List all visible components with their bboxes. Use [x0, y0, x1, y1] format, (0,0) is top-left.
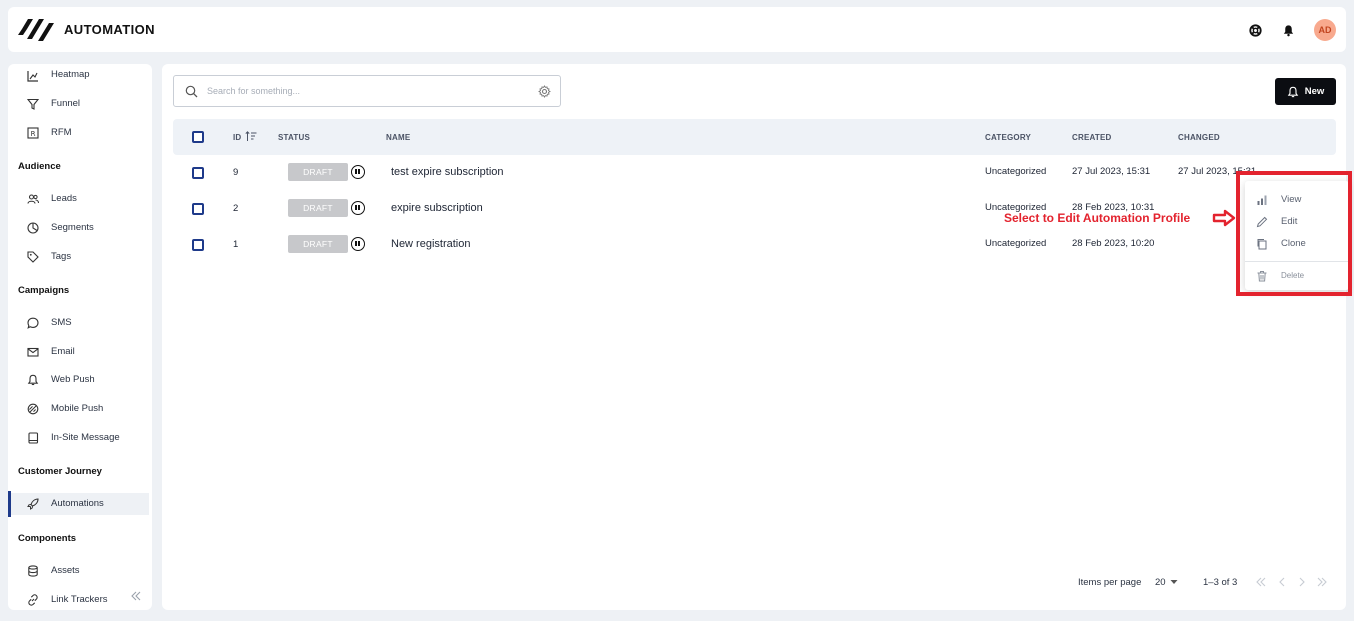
users-icon [27, 194, 39, 204]
pagination-range: 1–3 of 3 [1203, 577, 1238, 588]
row-checkbox[interactable] [192, 167, 204, 179]
funnel-icon [27, 98, 39, 110]
row-category: Uncategorized [985, 238, 1047, 249]
sidebar-item-assets[interactable]: Assets [8, 560, 149, 582]
status-badge: DRAFT [288, 163, 348, 181]
sidebar-item-sms[interactable]: SMS [8, 312, 149, 334]
pie-icon [27, 222, 39, 234]
sidebar-item-heatmap[interactable]: Heatmap [8, 64, 149, 86]
svg-text:R: R [31, 130, 36, 138]
row-checkbox[interactable] [192, 239, 204, 251]
row-name[interactable]: New registration [391, 238, 470, 250]
section-components: Components [18, 533, 77, 544]
items-per-page-select[interactable]: 20 [1155, 577, 1166, 588]
sidebar-item-tags[interactable]: Tags [8, 246, 149, 268]
arrow-right-icon [1212, 209, 1236, 227]
column-id[interactable]: ID [233, 133, 241, 142]
sidebar-item-funnel[interactable]: Funnel [8, 93, 149, 115]
column-created[interactable]: CREATED [1072, 133, 1111, 142]
section-campaigns: Campaigns [18, 285, 70, 296]
sidebar-item-rfm[interactable]: R RFM [8, 122, 149, 144]
search-icon [185, 85, 198, 98]
column-status[interactable]: STATUS [278, 133, 310, 142]
collapse-sidebar-icon[interactable] [130, 590, 142, 602]
sidebar-item-automations[interactable]: Automations [8, 491, 149, 517]
tag-icon [27, 251, 39, 263]
status-badge: DRAFT [288, 235, 348, 253]
lifebuoy-icon[interactable] [1249, 24, 1262, 37]
sort-icon[interactable] [245, 131, 257, 142]
row-name[interactable]: expire subscription [391, 202, 483, 214]
pause-icon[interactable] [351, 165, 365, 179]
table-header: ID STATUS NAME CATEGORY CREATED CHANGED [173, 119, 1336, 155]
row-id: 2 [233, 203, 239, 214]
chat-icon [27, 317, 39, 329]
column-category[interactable]: CATEGORY [985, 133, 1031, 142]
status-badge: DRAFT [288, 199, 348, 217]
annotation-text: Select to Edit Automation Profile [1004, 211, 1191, 225]
column-changed[interactable]: CHANGED [1178, 133, 1220, 142]
row-id: 1 [233, 239, 239, 250]
new-automation-button[interactable]: New [1275, 78, 1336, 105]
database-icon [28, 565, 38, 577]
bell-icon [1287, 86, 1298, 97]
sidebar-item-mobile-push[interactable]: Mobile Push [8, 398, 149, 420]
pause-icon[interactable] [351, 201, 365, 215]
book-icon [28, 432, 39, 444]
gear-icon[interactable] [538, 85, 551, 98]
sidebar-item-in-site-message[interactable]: In-Site Message [8, 427, 149, 449]
sidebar-item-link-trackers[interactable]: Link Trackers [8, 589, 149, 610]
sidebar-item-web-push[interactable]: Web Push [8, 369, 149, 391]
rfm-icon: R [27, 127, 39, 139]
bell-icon [27, 374, 39, 386]
section-audience: Audience [18, 161, 61, 172]
row-name[interactable]: test expire subscription [391, 166, 504, 178]
section-customer-journey: Customer Journey [18, 466, 102, 477]
new-button-label: New [1304, 86, 1325, 97]
sidebar-item-email[interactable]: Email [8, 341, 149, 363]
rocket-icon [27, 498, 39, 510]
bell-icon[interactable] [1282, 24, 1295, 37]
pagination-nav[interactable] [1256, 577, 1340, 587]
mobile-push-icon [27, 403, 39, 415]
select-all-checkbox[interactable] [192, 131, 204, 143]
search-input[interactable]: Search for something... [173, 75, 561, 107]
link-icon [28, 594, 38, 606]
sidebar-item-segments[interactable]: Segments [8, 217, 149, 239]
row-created: 28 Feb 2023, 10:20 [1072, 238, 1155, 249]
app-logo-icon [18, 19, 54, 41]
pause-icon[interactable] [351, 237, 365, 251]
user-avatar[interactable]: AD [1314, 19, 1336, 41]
chart-icon [27, 71, 38, 82]
table-row[interactable]: 1 DRAFT New registration Uncategorized 2… [173, 235, 1336, 271]
items-per-page-label: Items per page [1078, 577, 1142, 588]
top-header: AUTOMATION AD [8, 7, 1346, 52]
table-row[interactable]: 9 DRAFT test expire subscription Uncateg… [173, 163, 1336, 199]
annotation-highlight-box [1236, 171, 1352, 296]
chevron-down-icon[interactable] [1170, 579, 1178, 585]
row-category: Uncategorized [985, 166, 1047, 177]
mail-icon [27, 347, 39, 357]
search-placeholder: Search for something... [207, 86, 301, 96]
row-created: 27 Jul 2023, 15:31 [1072, 166, 1151, 177]
app-title: AUTOMATION [64, 22, 155, 37]
sidebar-item-leads[interactable]: Leads [8, 188, 149, 210]
row-id: 9 [233, 167, 239, 178]
column-name[interactable]: NAME [386, 133, 410, 142]
main-panel: Search for something... New ID STATUS NA… [162, 64, 1346, 610]
sidebar: Heatmap Funnel R RFM Audience Leads Segm… [8, 64, 152, 610]
row-checkbox[interactable] [192, 203, 204, 215]
